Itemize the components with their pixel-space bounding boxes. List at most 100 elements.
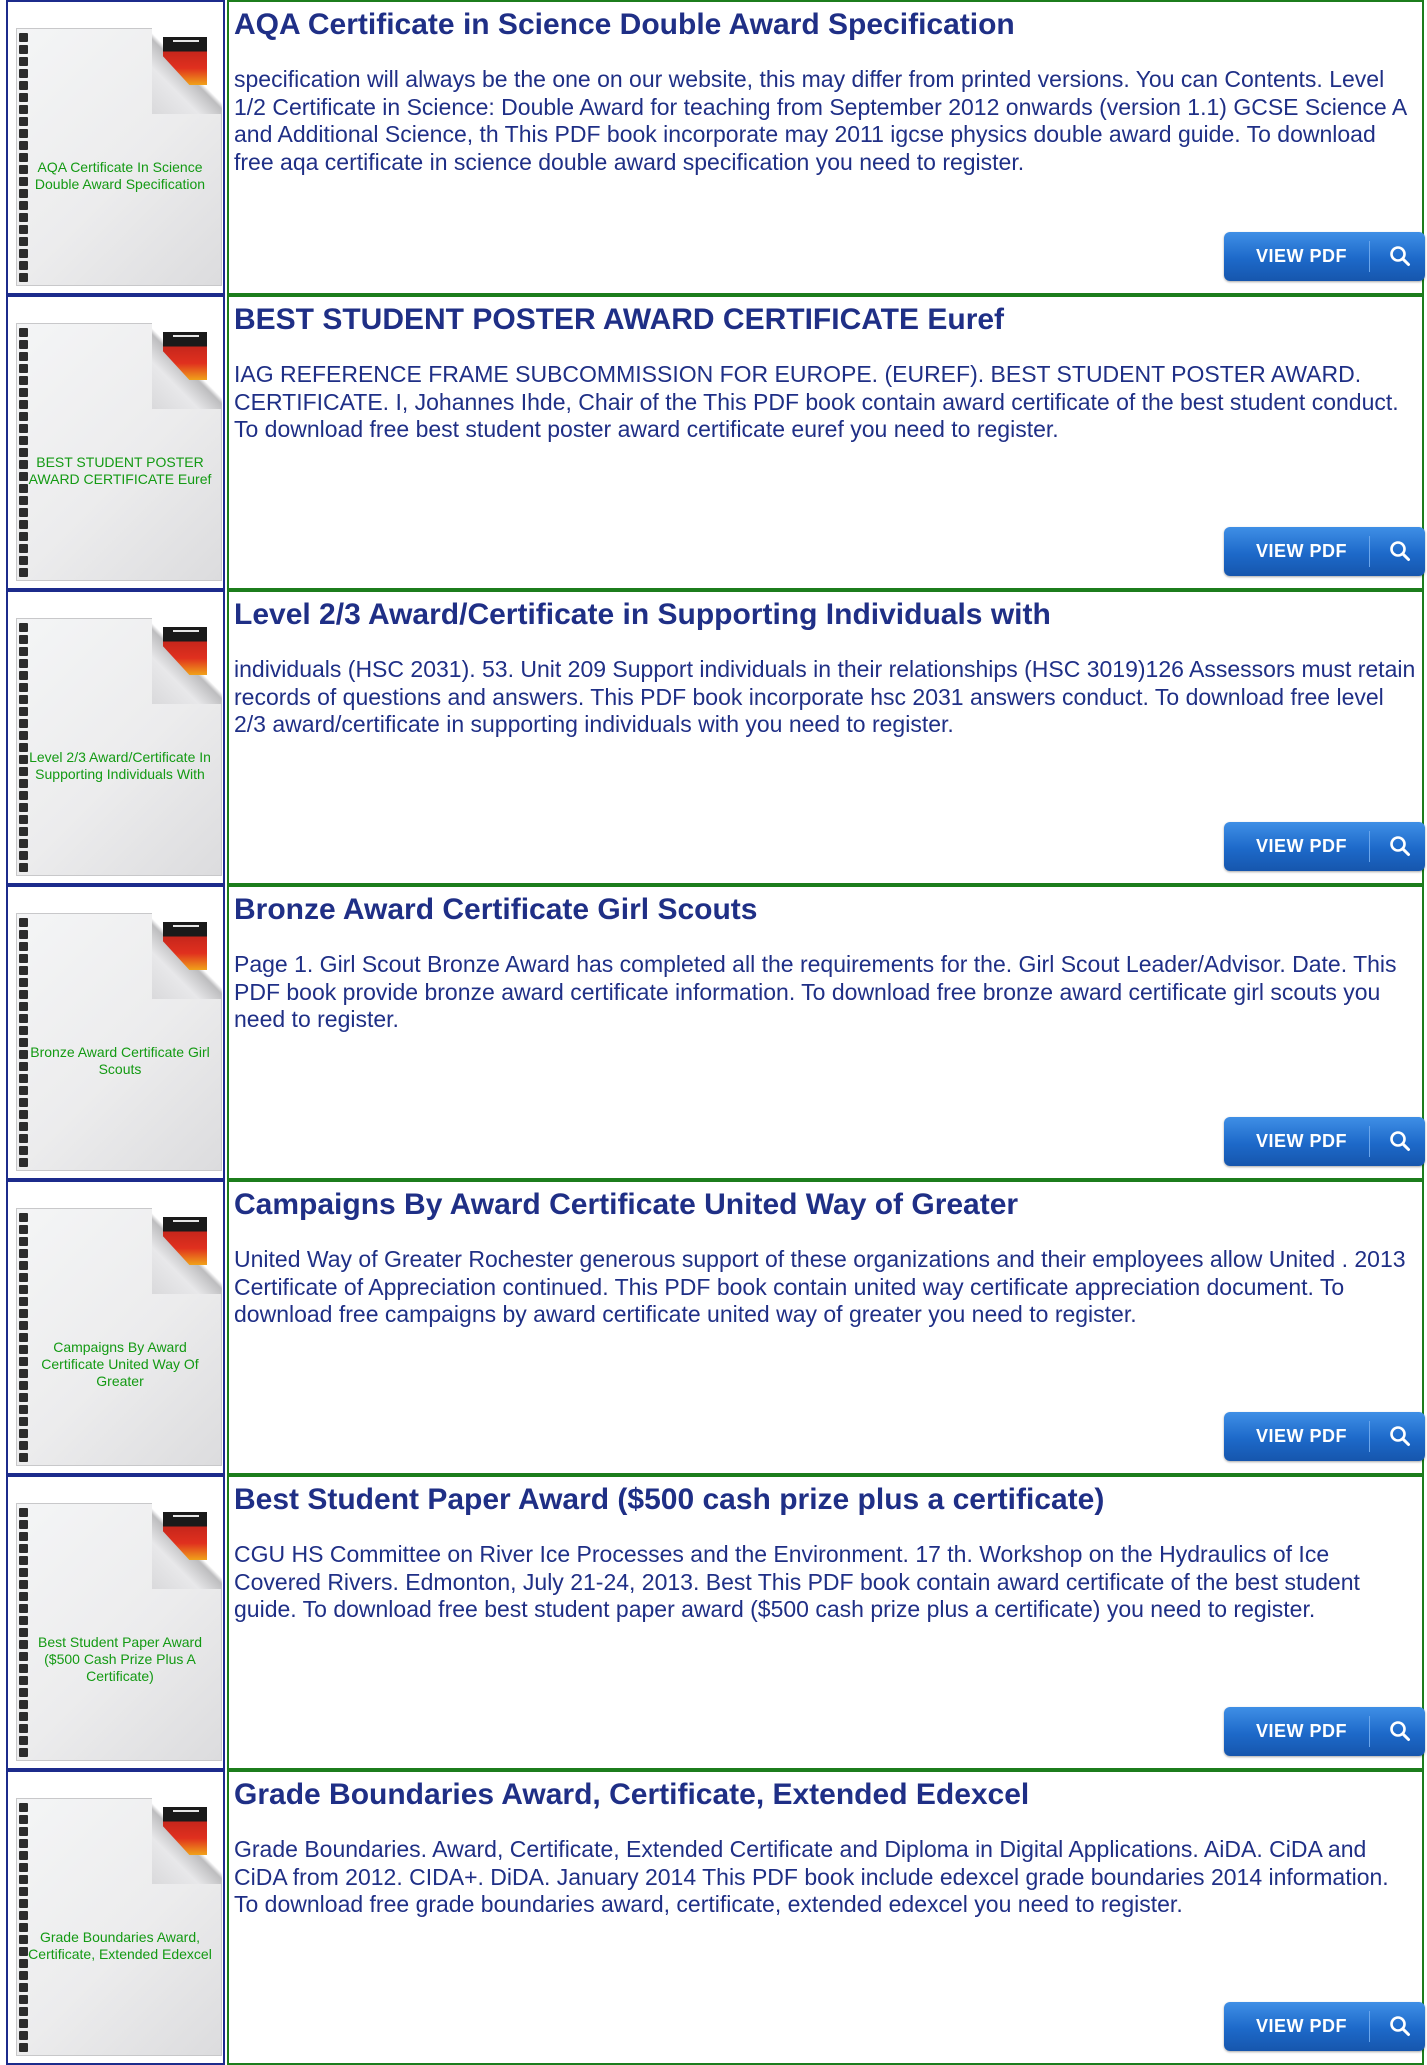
spiral-ring [19, 1839, 28, 1848]
result-title[interactable]: AQA Certificate in Science Double Award … [234, 8, 1015, 42]
spiral-ring [19, 1580, 28, 1589]
book-cover: Level 2/3 Award/Certificate In Supportin… [16, 618, 222, 876]
spiral-ring [19, 1261, 28, 1270]
button-divider [1369, 536, 1370, 567]
spiral-ring [19, 1026, 28, 1035]
spiral-ring [19, 117, 28, 126]
spiral-binding-icon [19, 1508, 29, 1758]
search-icon [1390, 541, 1410, 561]
spiral-ring [19, 141, 28, 150]
book-thumbnail[interactable]: Campaigns By Award Certificate United Wa… [6, 1180, 225, 1475]
result-description: Grade Boundaries. Award, Certificate, Ex… [234, 1836, 1389, 1917]
view-pdf-button[interactable]: VIEW PDF [1224, 1707, 1425, 1756]
book-thumbnail[interactable]: Bronze Award Certificate Girl Scouts [6, 885, 225, 1180]
book-thumbnail[interactable]: AQA Certificate In Science Double Award … [6, 0, 225, 295]
result-description: United Way of Greater Rochester generous… [234, 1246, 1406, 1327]
spiral-ring [19, 707, 28, 716]
spiral-ring [19, 1592, 28, 1601]
spiral-ring [19, 328, 28, 337]
result-title[interactable]: Grade Boundaries Award, Certificate, Ext… [234, 1778, 1029, 1812]
spiral-ring [19, 1700, 28, 1709]
spiral-ring [19, 1712, 28, 1721]
view-pdf-button[interactable]: VIEW PDF [1224, 232, 1425, 281]
thumbnail-title: Bronze Award Certificate Girl Scouts [30, 1044, 210, 1077]
spiral-ring [19, 261, 28, 270]
spiral-ring [19, 1297, 28, 1306]
spiral-ring [19, 1158, 28, 1167]
spiral-ring [19, 647, 28, 656]
button-divider [1369, 2011, 1370, 2042]
spiral-ring [19, 635, 28, 644]
spiral-ring [19, 520, 28, 529]
view-pdf-button[interactable]: VIEW PDF [1224, 527, 1425, 576]
view-pdf-button[interactable]: VIEW PDF [1224, 1117, 1425, 1166]
spiral-ring [19, 45, 28, 54]
book-cover: Campaigns By Award Certificate United Wa… [16, 1208, 222, 1466]
spiral-ring [19, 2007, 28, 2016]
spiral-ring [19, 695, 28, 704]
result-row: Grade Boundaries Award, Certificate, Ext… [0, 1770, 1427, 2065]
spiral-ring [19, 1911, 28, 1920]
view-pdf-label: VIEW PDF [1256, 1721, 1348, 1741]
result-row: Bronze Award Certificate Girl Scouts Bro… [0, 885, 1427, 1180]
result-title[interactable]: Level 2/3 Award/Certificate in Supportin… [234, 598, 1051, 632]
spiral-ring [19, 942, 28, 951]
result-content: Level 2/3 Award/Certificate in Supportin… [227, 590, 1425, 885]
result-content: Best Student Paper Award ($500 cash priz… [227, 1475, 1425, 1770]
spiral-ring [19, 340, 28, 349]
spiral-ring [19, 213, 28, 222]
result-description: CGU HS Committee on River Ice Processes … [234, 1541, 1360, 1622]
result-description: individuals (HSC 2031). 53. Unit 209 Sup… [234, 656, 1416, 737]
thumbnail-title: Grade Boundaries Award, Certificate, Ext… [28, 1929, 212, 1962]
spiral-ring [19, 791, 28, 800]
spiral-ring [19, 659, 28, 668]
spiral-ring [19, 1122, 28, 1131]
spiral-ring [19, 1086, 28, 1095]
spiral-ring [19, 863, 28, 872]
spiral-ring [19, 412, 28, 421]
spiral-ring [19, 93, 28, 102]
spiral-ring [19, 1899, 28, 1908]
spiral-ring [19, 827, 28, 836]
book-thumbnail[interactable]: Grade Boundaries Award, Certificate, Ext… [6, 1770, 225, 2065]
spiral-ring [19, 1453, 28, 1462]
spiral-ring [19, 1604, 28, 1613]
spiral-binding-icon [19, 1803, 29, 2053]
result-title[interactable]: Best Student Paper Award ($500 cash priz… [234, 1483, 1104, 1517]
view-pdf-label: VIEW PDF [1256, 1426, 1348, 1446]
spiral-ring [19, 1748, 28, 1757]
spiral-ring [19, 237, 28, 246]
spiral-ring [19, 1995, 28, 2004]
button-divider [1369, 241, 1370, 272]
button-divider [1369, 1421, 1370, 1452]
spiral-ring [19, 201, 28, 210]
spiral-ring [19, 1146, 28, 1155]
spiral-ring [19, 1556, 28, 1565]
spiral-ring [19, 424, 28, 433]
spiral-ring [19, 1002, 28, 1011]
thumbnail-title: Level 2/3 Award/Certificate In Supportin… [29, 749, 211, 782]
spiral-ring [19, 2019, 28, 2028]
spiral-ring [19, 954, 28, 963]
spiral-ring [19, 273, 28, 282]
view-pdf-button[interactable]: VIEW PDF [1224, 822, 1425, 871]
spiral-ring [19, 508, 28, 517]
spiral-ring [19, 1736, 28, 1745]
spiral-ring [19, 556, 28, 565]
spiral-binding-icon [19, 918, 29, 1168]
search-icon [1390, 246, 1410, 266]
button-divider [1369, 831, 1370, 862]
spiral-ring [19, 1321, 28, 1330]
view-pdf-button[interactable]: VIEW PDF [1224, 1412, 1425, 1461]
spiral-binding-icon [19, 33, 29, 283]
result-title[interactable]: Bronze Award Certificate Girl Scouts [234, 893, 757, 927]
book-thumbnail[interactable]: Best Student Paper Award ($500 Cash Priz… [6, 1475, 225, 1770]
spiral-ring [19, 388, 28, 397]
result-title[interactable]: BEST STUDENT POSTER AWARD CERTIFICATE Eu… [234, 303, 1004, 337]
spiral-ring [19, 400, 28, 409]
book-thumbnail[interactable]: BEST STUDENT POSTER AWARD CERTIFICATE Eu… [6, 295, 225, 590]
result-title[interactable]: Campaigns By Award Certificate United Wa… [234, 1188, 1018, 1222]
spiral-ring [19, 81, 28, 90]
view-pdf-button[interactable]: VIEW PDF [1224, 2002, 1425, 2051]
book-thumbnail[interactable]: Level 2/3 Award/Certificate In Supportin… [6, 590, 225, 885]
